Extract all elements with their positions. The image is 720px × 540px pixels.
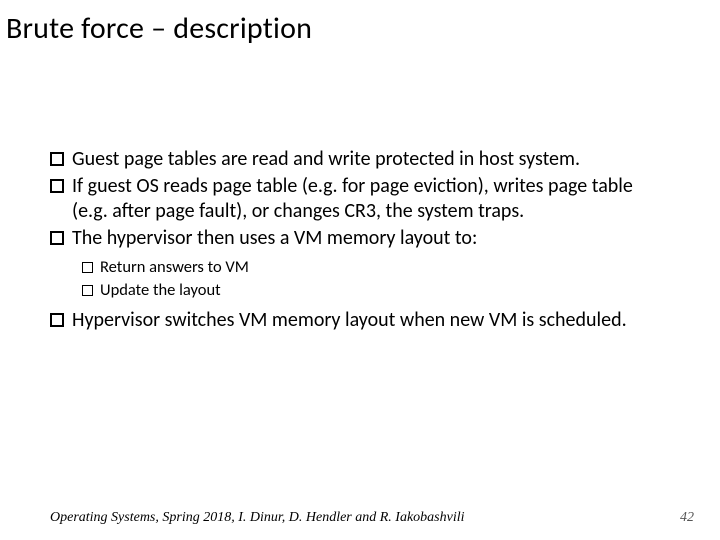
bullet-text: The hypervisor then uses a VM memory lay…: [72, 226, 477, 251]
square-bullet-icon: [50, 152, 64, 166]
bullet-item: Hypervisor switches VM memory layout whe…: [50, 308, 670, 333]
slide-title: Brute force – description: [0, 0, 720, 47]
bullet-text: Update the layout: [100, 280, 221, 301]
square-bullet-icon: [50, 179, 64, 193]
square-bullet-icon: [82, 262, 93, 273]
slide-footer: Operating Systems, Spring 2018, I. Dinur…: [50, 510, 465, 526]
bullet-item: Guest page tables are read and write pro…: [50, 147, 670, 172]
bullet-text: Hypervisor switches VM memory layout whe…: [72, 308, 627, 333]
square-bullet-icon: [50, 313, 64, 327]
square-bullet-icon: [50, 231, 64, 245]
slide-content: Guest page tables are read and write pro…: [0, 47, 720, 333]
bullet-item-nested: Update the layout: [50, 280, 670, 301]
page-number: 42: [680, 510, 694, 526]
bullet-text: Return answers to VM: [100, 257, 249, 278]
bullet-text: If guest OS reads page table (e.g. for p…: [72, 174, 670, 224]
bullet-text: Guest page tables are read and write pro…: [72, 147, 580, 172]
bullet-item-nested: Return answers to VM: [50, 257, 670, 278]
bullet-item: If guest OS reads page table (e.g. for p…: [50, 174, 670, 224]
square-bullet-icon: [82, 285, 93, 296]
bullet-item: The hypervisor then uses a VM memory lay…: [50, 226, 670, 251]
